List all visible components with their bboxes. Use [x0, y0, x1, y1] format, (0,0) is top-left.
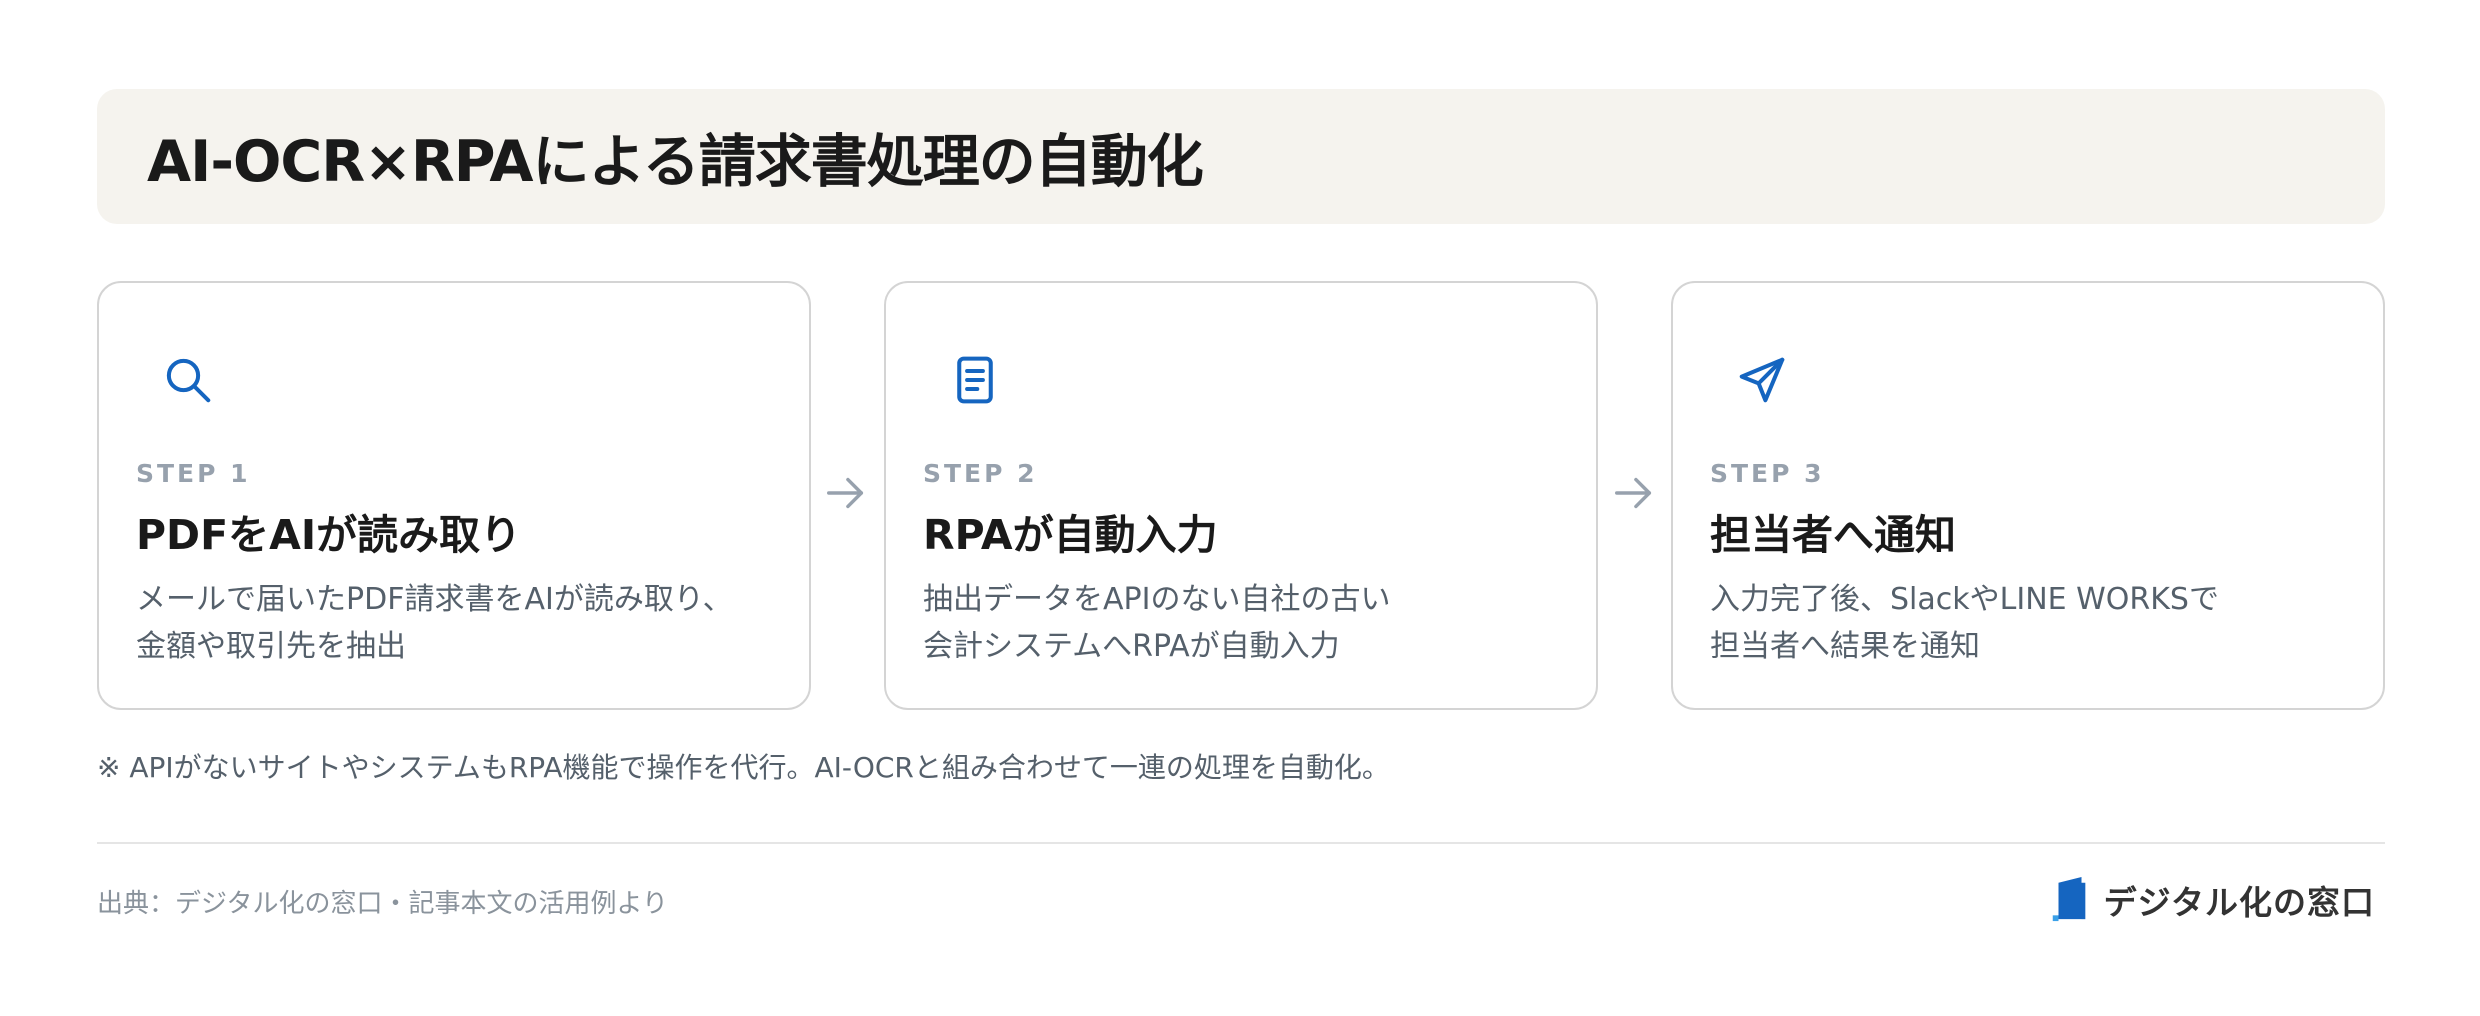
step-description: 抽出データをAPIのない自社の古い 会計システムへRPAが自動入力: [923, 576, 1390, 670]
step-description: メールで届いたPDF請求書をAIが読み取り、 金額や取引先を抽出: [136, 576, 733, 670]
step-label: STEP 1: [136, 459, 251, 488]
page-title: AI-OCR×RPAによる請求書処理の自動化: [147, 128, 1204, 195]
footnote: ※ APIがないサイトやシステムもRPA機能で操作を代行。AI-OCRと組み合わ…: [97, 751, 1390, 784]
step-card-2: STEP 2 RPAが自動入力 抽出データをAPIのない自社の古い 会計システム…: [884, 281, 1598, 710]
step-description-line: メールで届いたPDF請求書をAIが読み取り、: [136, 582, 733, 617]
divider: [97, 842, 2385, 844]
brand-name: デジタル化の窓口: [2103, 883, 2375, 922]
step-description-line: 抽出データをAPIのない自社の古い: [923, 582, 1391, 617]
step-label: STEP 3: [1710, 459, 1825, 488]
search-icon: [166, 358, 211, 403]
title-banner: AI-OCR×RPAによる請求書処理の自動化: [97, 89, 2385, 224]
document-icon: [957, 356, 993, 404]
step-label: STEP 2: [923, 459, 1038, 488]
step-description-line: 金額や取引先を抽出: [136, 629, 406, 664]
step-description-line: 入力完了後、SlackやLINE WORKSで: [1710, 582, 2219, 617]
step-heading: 担当者へ通知: [1710, 511, 1956, 559]
step-card-3: STEP 3 担当者へ通知 入力完了後、SlackやLINE WORKSで 担当…: [1671, 281, 2385, 710]
brand-logo-icon: [2052, 877, 2085, 922]
arrow-right-icon: [827, 477, 864, 509]
source-credit: 出典：デジタル化の窓口・記事本文の活用例より: [97, 889, 668, 919]
arrow-right-icon: [1615, 477, 1652, 509]
step-description-line: 担当者へ結果を通知: [1710, 629, 1980, 664]
step-description: 入力完了後、SlackやLINE WORKSで 担当者へ結果を通知: [1710, 576, 2219, 670]
brand: デジタル化の窓口: [2050, 876, 2375, 924]
step-description-line: 会計システムへRPAが自動入力: [923, 629, 1340, 664]
send-icon: [1739, 357, 1785, 403]
step-card-1: STEP 1 PDFをAIが読み取り メールで届いたPDF請求書をAIが読み取り…: [97, 281, 811, 710]
step-heading: PDFをAIが読み取り: [136, 511, 522, 559]
step-heading: RPAが自動入力: [923, 511, 1218, 559]
